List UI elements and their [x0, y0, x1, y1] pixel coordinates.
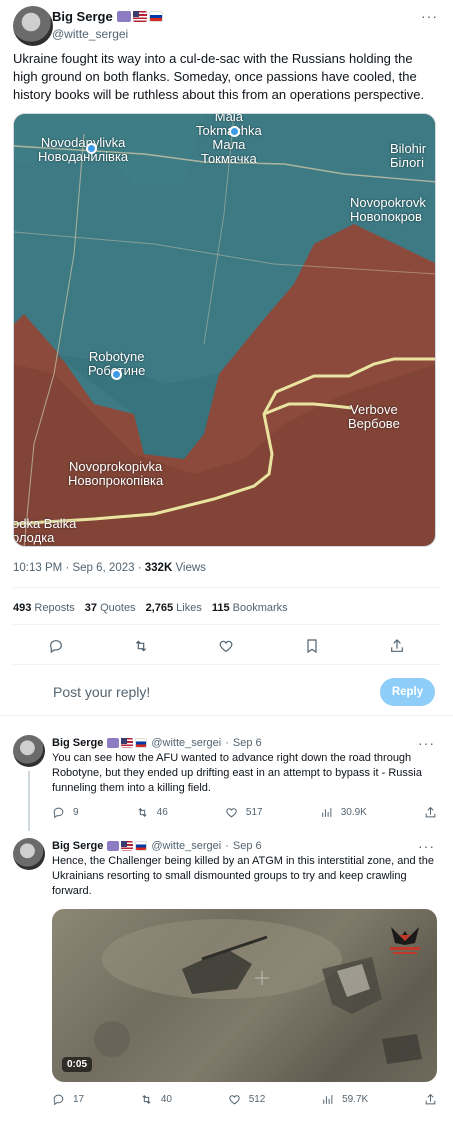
bookmarks-stat[interactable]: 115 Bookmarks — [212, 602, 288, 614]
author-name[interactable]: Big Serge — [52, 840, 103, 852]
avatar[interactable] — [13, 838, 45, 870]
bookmark-icon[interactable] — [302, 636, 322, 656]
orthodox-cross-icon — [116, 11, 131, 22]
avatar[interactable] — [13, 735, 45, 767]
russia-flag-icon — [135, 738, 148, 748]
us-flag-icon — [121, 738, 134, 748]
reply-button[interactable]: Reply — [380, 678, 435, 706]
reply-metrics: 17 40 512 59.7K — [52, 1093, 437, 1106]
orthodox-cross-icon — [107, 841, 120, 851]
map-label-verbove: Verbove Вербове — [348, 402, 400, 431]
author-handle[interactable]: @witte_sergei — [52, 27, 128, 41]
avatar[interactable] — [13, 6, 53, 46]
action-bar — [13, 636, 440, 656]
share-icon[interactable] — [387, 636, 407, 656]
map-label-mala-tokmachka: Mala Tokmachka Мала Токмачка — [196, 113, 262, 166]
author-name[interactable]: Big Serge — [52, 9, 113, 24]
reply-icon[interactable]: 9 — [52, 806, 79, 819]
tweet-video[interactable]: 0:05 — [52, 909, 437, 1082]
reply-date[interactable]: Sep 6 — [233, 737, 262, 749]
repost-icon[interactable]: 40 — [140, 1093, 172, 1106]
divider — [13, 624, 440, 625]
reply-icon[interactable]: 17 — [52, 1093, 84, 1106]
views-icon[interactable]: 59.7K — [321, 1093, 368, 1106]
map-label-solodka-balka: odka Balka олодка — [13, 516, 77, 545]
divider — [13, 587, 440, 588]
reply-text: You can see how the AFU wanted to advanc… — [52, 752, 422, 794]
map-marker-mala-tokmachka — [229, 126, 240, 137]
heart-icon[interactable] — [216, 636, 236, 656]
channel-logo-icon — [390, 927, 420, 954]
map-label-novoprokopivka: Novoprokopivka Новопрокопівка — [68, 459, 164, 488]
tweet-timestamp[interactable]: 10:13 PM · Sep 6, 2023 · 332K Views — [13, 562, 206, 574]
tweet-header: Big Serge @witte_sergei ··· — [13, 6, 443, 46]
reply-text: Hence, the Challenger being killed by an… — [52, 855, 434, 897]
reply-composer: Post your reply! Reply — [0, 668, 453, 714]
reply-icon[interactable] — [46, 636, 66, 656]
repost-icon[interactable] — [131, 636, 151, 656]
author-name[interactable]: Big Serge — [52, 737, 103, 749]
name-emoji-badges — [107, 738, 148, 748]
map-label-novodanylivka: Novodanylivka Новоданилівка — [38, 135, 129, 164]
name-emoji-badges — [116, 11, 163, 22]
share-icon[interactable] — [424, 1093, 437, 1106]
more-icon[interactable]: ··· — [418, 838, 435, 854]
tweet-text: Ukraine fought its way into a cul-de-sac… — [13, 51, 425, 102]
reply-metrics: 9 46 517 30.9K — [52, 806, 437, 819]
reply-input[interactable]: Post your reply! — [53, 684, 150, 700]
orthodox-cross-icon — [107, 738, 120, 748]
share-icon[interactable] — [424, 806, 437, 819]
heart-icon[interactable]: 512 — [228, 1093, 265, 1106]
repost-icon[interactable]: 46 — [136, 806, 168, 819]
us-flag-icon — [132, 11, 147, 22]
name-emoji-badges — [107, 841, 148, 851]
views-count: 332K — [144, 562, 173, 574]
russia-flag-icon — [148, 11, 163, 22]
map-marker-novodanylivka — [86, 143, 97, 154]
tweet-time: 10:13 PM — [13, 562, 63, 574]
video-duration: 0:05 — [62, 1057, 93, 1072]
tweet-map-image[interactable]: Novodanylivka Новоданилівка Mala Tokmach… — [13, 113, 436, 547]
views-label: Views — [175, 562, 206, 574]
us-flag-icon — [121, 841, 134, 851]
quotes-stat[interactable]: 37 Quotes — [85, 602, 136, 614]
map-label-novopokrovka: Novopokrovk Новопокров — [350, 195, 426, 224]
tweet-date: Sep 6, 2023 — [72, 562, 135, 574]
reposts-stat[interactable]: 493 Reposts — [13, 602, 75, 614]
reply-date[interactable]: Sep 6 — [233, 840, 262, 852]
map-label-bilohirya: Bilohir Білогі — [390, 141, 427, 170]
divider — [13, 664, 440, 665]
thread-line — [28, 771, 30, 831]
video-frame — [94, 919, 422, 1064]
thread-reply[interactable]: Big Serge @witte_sergei · Sep 6 ··· You … — [0, 735, 453, 831]
likes-stat[interactable]: 2,765 Likes — [146, 602, 202, 614]
author-handle[interactable]: @witte_sergei — [151, 840, 221, 852]
map-marker-robotyne — [111, 369, 122, 380]
heart-icon[interactable]: 517 — [225, 806, 263, 819]
more-icon[interactable]: ··· — [421, 8, 438, 24]
author-handle[interactable]: @witte_sergei — [151, 737, 221, 749]
more-icon[interactable]: ··· — [418, 735, 435, 751]
russia-flag-icon — [135, 841, 148, 851]
views-icon[interactable]: 30.9K — [320, 806, 367, 819]
engagement-stats: 493 Reposts 37 Quotes 2,765 Likes 115 Bo… — [13, 602, 288, 614]
divider — [0, 715, 453, 716]
